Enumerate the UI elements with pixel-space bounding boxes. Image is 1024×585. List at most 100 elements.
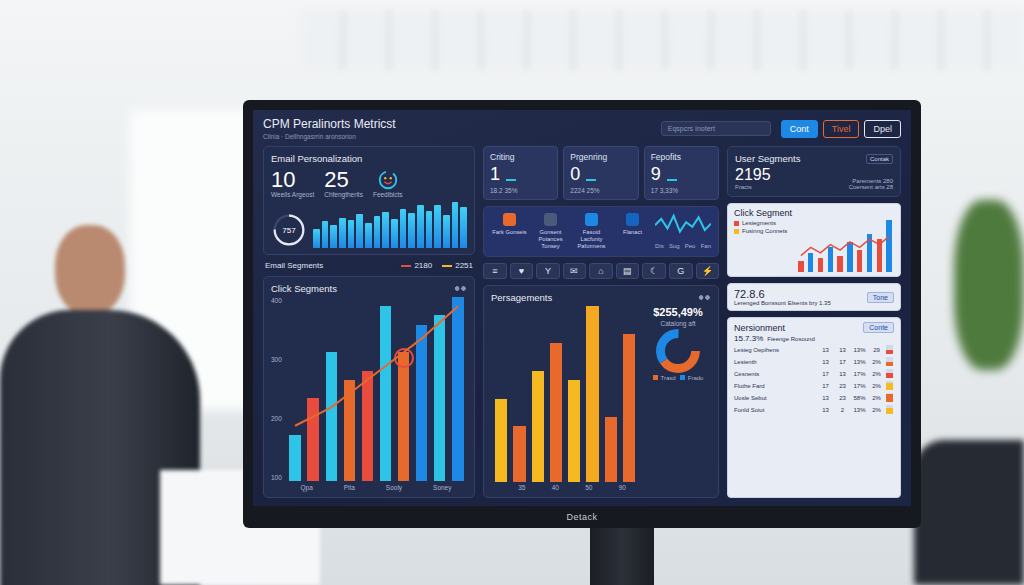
bar-slot	[845, 220, 855, 272]
score-button[interactable]: Tone	[867, 292, 894, 303]
bar-slot	[874, 220, 884, 272]
tool-button[interactable]: ⚡	[696, 263, 720, 279]
stat-label: Chfengtherits	[324, 191, 363, 198]
table-row: Uosle Sebut 132358%2%	[734, 392, 894, 403]
value-label: Fracts	[735, 184, 771, 190]
persagements-body: 35405090 $255,49% Catalong aft TrasdFrad…	[491, 306, 711, 491]
panel-title: Persagements	[491, 292, 711, 303]
tool-button[interactable]: ✉	[563, 263, 587, 279]
bar	[857, 250, 862, 272]
card-body: LesiegmentsFusinng Connets	[734, 220, 894, 272]
card-button[interactable]: Conte	[863, 322, 894, 333]
row-label: Fluthe Fard	[734, 383, 816, 389]
toggle-icon[interactable]	[453, 285, 467, 292]
x-label: 35	[518, 484, 525, 491]
feature-item[interactable]: Fark Gonseis	[491, 213, 528, 236]
bar	[808, 253, 813, 272]
bar	[374, 216, 381, 248]
bar	[289, 435, 300, 481]
bar	[623, 334, 635, 482]
kpi-value: 0	[570, 164, 631, 185]
bar	[798, 261, 803, 272]
kpi-mark	[506, 179, 516, 181]
man-head	[55, 225, 125, 315]
row-cell: 23	[835, 383, 850, 389]
row-cell: 2%	[869, 407, 884, 413]
feature-item[interactable]: Flanact	[614, 213, 651, 236]
tool-button[interactable]: ☾	[642, 263, 666, 279]
tool-button[interactable]: ▤	[616, 263, 640, 279]
bar-slot	[884, 220, 894, 272]
row-meter-fill	[886, 394, 893, 402]
row-label: Fonld Soiut	[734, 407, 816, 413]
bar-slot	[304, 297, 322, 481]
tick: 100	[271, 474, 282, 481]
header-button[interactable]: Cont	[781, 120, 818, 138]
x-label: Qpa	[300, 484, 312, 491]
bar	[550, 343, 562, 482]
tool-button[interactable]: ♥	[510, 263, 534, 279]
tool-button[interactable]: Y	[536, 263, 560, 279]
bars	[491, 306, 639, 482]
tool-button[interactable]: ≡	[483, 263, 507, 279]
row-meter	[886, 345, 893, 354]
feature-item[interactable]: Fasoid Lacfunty Paformens	[573, 213, 610, 250]
score-text: 72.8.6 Lerenged Bonssont Elsents bry 1.3…	[734, 288, 863, 306]
kpi-sub: 18.2 35%	[490, 187, 551, 194]
bar-slot	[816, 220, 826, 272]
feature-icon	[544, 213, 557, 226]
bar	[416, 325, 427, 481]
kpi-mark	[667, 179, 677, 181]
title-block: CPM Peralinorts Metricst Clinia · Dellhn…	[263, 117, 651, 140]
right-column: User Segments Contak 2195 Fracts Paremen…	[727, 146, 901, 498]
stats-row: 10 Weeils Argeost25 Chfengtherits Feedlb…	[271, 168, 467, 198]
toggle-icon[interactable]	[697, 294, 711, 301]
header-button[interactable]: Dpel	[864, 120, 901, 138]
feature-label: Gonsent Potances Tonsey	[532, 229, 569, 250]
badge[interactable]: Contak	[866, 154, 893, 164]
x-axis: 35405090	[491, 484, 639, 491]
wave-line	[655, 213, 711, 241]
legend-item: Trasd	[653, 375, 676, 381]
row-cell: 13%	[852, 407, 867, 413]
search-field[interactable]: Eqspcrs Inotert	[661, 121, 771, 136]
kpi-label: Fepofits	[651, 152, 712, 162]
bar	[495, 399, 507, 482]
tool-button[interactable]: ⌂	[589, 263, 613, 279]
kpi-sub: 2224 25%	[570, 187, 631, 194]
bar	[365, 223, 372, 248]
bar-slot	[413, 297, 431, 481]
row-cell: 13	[818, 407, 833, 413]
middle-column: Criting 1 18.2 35%Prgenring 0 2224 25%Fe…	[483, 146, 719, 498]
bar	[847, 242, 852, 272]
dashboard-header: CPM Peralinorts Metricst Clinia · Dellhn…	[263, 117, 901, 140]
row-meter	[886, 369, 893, 378]
wave-label: Sug	[669, 243, 680, 249]
bar	[313, 229, 320, 248]
row-cell: 29	[869, 347, 884, 353]
kpi-mark	[586, 179, 596, 181]
bar	[362, 371, 373, 481]
card-header: Nersionment Conte	[734, 322, 894, 333]
email-chart: 757	[271, 202, 467, 248]
bar	[400, 209, 407, 248]
bar	[307, 398, 318, 481]
row-cell: 2%	[869, 359, 884, 365]
row-meter-fill	[886, 383, 893, 390]
bar	[434, 205, 441, 249]
legend-swatch	[653, 375, 658, 380]
feature-label: Flanact	[623, 229, 642, 236]
bar	[452, 202, 459, 248]
header-button[interactable]: Tivel	[823, 120, 860, 138]
feature-item[interactable]: Gonsent Potances Tonsey	[532, 213, 569, 250]
stat-label: Feedlbicts	[373, 191, 403, 198]
table-row: Cesnents 171317%2%	[734, 368, 894, 379]
smile-icon	[377, 169, 399, 191]
tick: 200	[271, 415, 282, 422]
bar	[380, 306, 391, 481]
row-cell: 13%	[852, 347, 867, 353]
tool-button[interactable]: G	[669, 263, 693, 279]
persagements-summary: $255,49% Catalong aft TrasdFrado	[645, 306, 711, 491]
click-segment-card: Click Segment LesiegmentsFusinng Connets	[727, 203, 901, 277]
dashboard-main: Email Personalization 10 Weeils Argeost2…	[263, 146, 901, 498]
